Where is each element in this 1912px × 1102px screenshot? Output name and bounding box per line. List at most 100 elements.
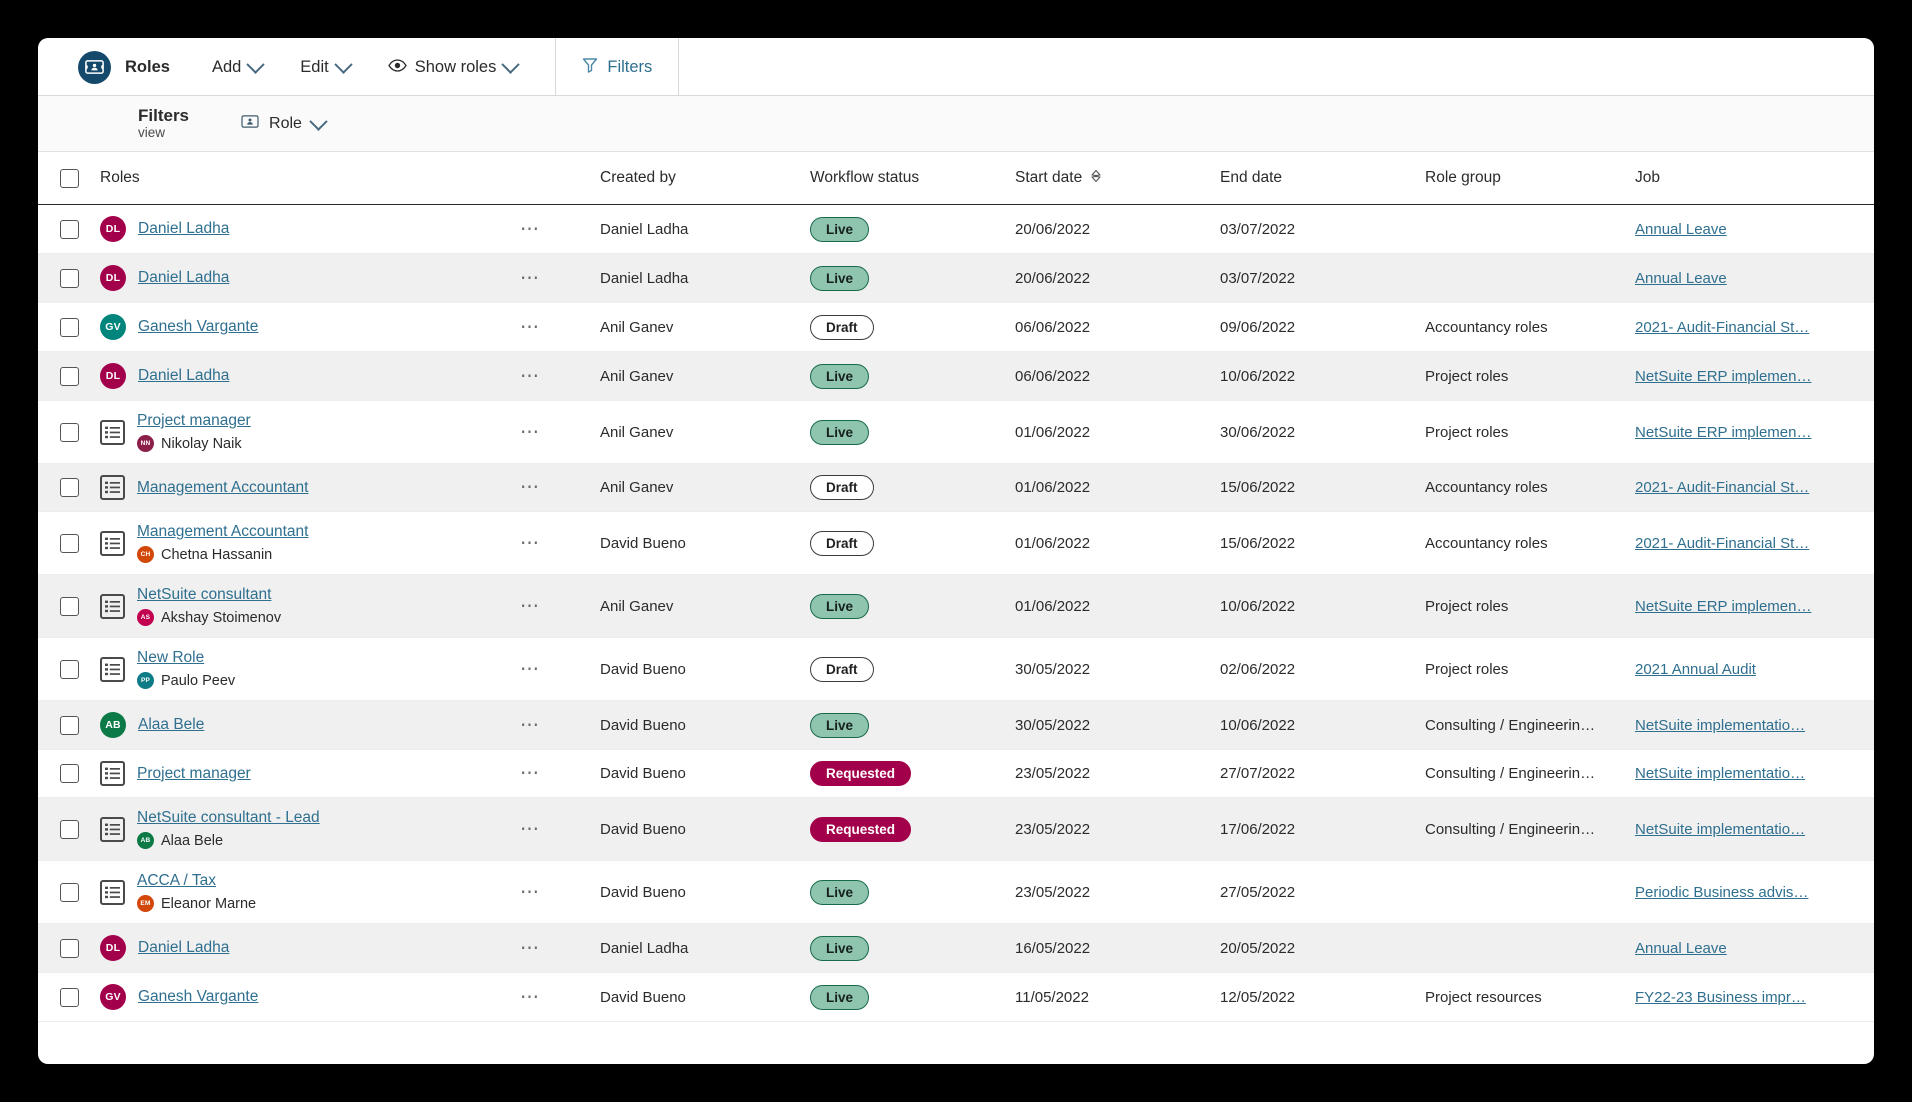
status-badge: Live: [810, 594, 869, 619]
table-row[interactable]: NetSuite consultantASAkshay Stoimenov⋯An…: [38, 575, 1874, 638]
table-row[interactable]: DLDaniel Ladha⋯Daniel LadhaLive20/06/202…: [38, 254, 1874, 303]
job-link[interactable]: NetSuite implementatio…: [1635, 765, 1874, 782]
role-link[interactable]: Daniel Ladha: [138, 939, 229, 957]
row-checkbox[interactable]: [60, 534, 79, 553]
row-checkbox[interactable]: [60, 220, 79, 239]
row-more-actions-button[interactable]: ⋯: [520, 597, 600, 616]
row-actions-cell: ⋯: [520, 750, 600, 798]
role-link[interactable]: NetSuite consultant - Lead: [137, 809, 320, 827]
header-job[interactable]: Job: [1635, 152, 1874, 205]
role-link[interactable]: Management Accountant: [137, 479, 308, 497]
toolbar-add-menu[interactable]: Add: [200, 52, 274, 83]
role-cell: DLDaniel Ladha: [100, 254, 520, 303]
row-more-actions-button[interactable]: ⋯: [520, 423, 600, 442]
row-checkbox[interactable]: [60, 478, 79, 497]
header-roles[interactable]: Roles: [100, 152, 520, 205]
header-workflow-status[interactable]: Workflow status: [810, 152, 1015, 205]
row-checkbox[interactable]: [60, 423, 79, 442]
job-link[interactable]: NetSuite implementatio…: [1635, 717, 1874, 734]
row-more-actions-button[interactable]: ⋯: [520, 939, 600, 958]
table-row[interactable]: DLDaniel Ladha⋯Daniel LadhaLive16/05/202…: [38, 924, 1874, 973]
row-more-actions-button[interactable]: ⋯: [520, 764, 600, 783]
row-checkbox[interactable]: [60, 716, 79, 735]
table-row[interactable]: Project managerNNNikolay Naik⋯Anil Ganev…: [38, 401, 1874, 464]
table-row[interactable]: DLDaniel Ladha⋯Anil GanevLive06/06/20221…: [38, 352, 1874, 401]
table-row[interactable]: ABAlaa Bele⋯David BuenoLive30/05/202210/…: [38, 701, 1874, 750]
start-date-cell: 01/06/2022: [1015, 464, 1220, 512]
table-row[interactable]: Management Accountant⋯Anil GanevDraft01/…: [38, 464, 1874, 512]
row-more-actions-button[interactable]: ⋯: [520, 220, 600, 239]
row-more-actions-button[interactable]: ⋯: [520, 988, 600, 1007]
row-checkbox[interactable]: [60, 367, 79, 386]
row-checkbox[interactable]: [60, 820, 79, 839]
row-more-actions-button[interactable]: ⋯: [520, 269, 600, 288]
header-end-date[interactable]: End date: [1220, 152, 1425, 205]
table-row[interactable]: Project manager⋯David BuenoRequested23/0…: [38, 750, 1874, 798]
row-more-actions-button[interactable]: ⋯: [520, 820, 600, 839]
job-link[interactable]: NetSuite ERP implemen…: [1635, 424, 1874, 441]
table-row[interactable]: ACCA / TaxEMEleanor Marne⋯David BuenoLiv…: [38, 861, 1874, 924]
role-cell: Management AccountantCHChetna Hassanin: [100, 512, 520, 575]
header-start-date[interactable]: Start date: [1015, 152, 1220, 205]
table-row[interactable]: Management AccountantCHChetna Hassanin⋯D…: [38, 512, 1874, 575]
role-group-cell: Consulting / Engineerin…: [1425, 798, 1635, 861]
role-link[interactable]: Project manager: [137, 412, 251, 430]
role-link[interactable]: Ganesh Vargante: [138, 318, 258, 336]
toolbar-edit-menu[interactable]: Edit: [288, 52, 361, 83]
row-more-actions-button[interactable]: ⋯: [520, 883, 600, 902]
role-link[interactable]: NetSuite consultant: [137, 586, 281, 604]
table-row[interactable]: GVGanesh Vargante⋯Anil GanevDraft06/06/2…: [38, 303, 1874, 352]
start-date-cell: 23/05/2022: [1015, 861, 1220, 924]
job-link[interactable]: Annual Leave: [1635, 270, 1874, 287]
job-link[interactable]: 2021- Audit-Financial St…: [1635, 535, 1874, 552]
select-all-checkbox[interactable]: [60, 169, 79, 188]
tab-filters[interactable]: Filters: [555, 38, 679, 96]
row-more-actions-button[interactable]: ⋯: [520, 716, 600, 735]
role-link[interactable]: Ganesh Vargante: [138, 988, 258, 1006]
role-link[interactable]: ACCA / Tax: [137, 872, 256, 890]
job-link[interactable]: NetSuite ERP implemen…: [1635, 598, 1874, 615]
toolbar-add-label: Add: [212, 58, 241, 77]
start-date-cell: 20/06/2022: [1015, 254, 1220, 303]
toolbar-show-roles-menu[interactable]: Show roles: [376, 52, 530, 83]
job-link[interactable]: 2021 Annual Audit: [1635, 661, 1874, 678]
row-checkbox[interactable]: [60, 883, 79, 902]
job-link[interactable]: Annual Leave: [1635, 221, 1874, 238]
row-checkbox[interactable]: [60, 269, 79, 288]
table-row[interactable]: NetSuite consultant - LeadABAlaa Bele⋯Da…: [38, 798, 1874, 861]
job-link[interactable]: NetSuite ERP implemen…: [1635, 368, 1874, 385]
role-link[interactable]: New Role: [137, 649, 235, 667]
job-link[interactable]: 2021- Audit-Financial St…: [1635, 319, 1874, 336]
row-checkbox[interactable]: [60, 939, 79, 958]
sort-diamond-icon[interactable]: [1090, 169, 1102, 188]
job-link[interactable]: Periodic Business advis…: [1635, 884, 1874, 901]
job-link[interactable]: Annual Leave: [1635, 940, 1874, 957]
row-more-actions-button[interactable]: ⋯: [520, 318, 600, 337]
job-link[interactable]: NetSuite implementatio…: [1635, 821, 1874, 838]
table-row[interactable]: DLDaniel Ladha⋯Daniel LadhaLive20/06/202…: [38, 205, 1874, 254]
header-created-by[interactable]: Created by: [600, 152, 810, 205]
role-cell: ABAlaa Bele: [100, 701, 520, 750]
row-checkbox[interactable]: [60, 764, 79, 783]
row-checkbox[interactable]: [60, 988, 79, 1007]
role-link[interactable]: Alaa Bele: [138, 716, 204, 734]
role-link[interactable]: Daniel Ladha: [138, 220, 229, 238]
row-checkbox[interactable]: [60, 318, 79, 337]
row-more-actions-button[interactable]: ⋯: [520, 367, 600, 386]
row-checkbox[interactable]: [60, 597, 79, 616]
role-link[interactable]: Project manager: [137, 765, 251, 783]
table-row[interactable]: New RolePPPaulo Peev⋯David BuenoDraft30/…: [38, 638, 1874, 701]
header-role-group[interactable]: Role group: [1425, 152, 1635, 205]
table-row[interactable]: GVGanesh Vargante⋯David BuenoLive11/05/2…: [38, 973, 1874, 1022]
role-group-cell: Accountancy roles: [1425, 512, 1635, 575]
job-link[interactable]: 2021- Audit-Financial St…: [1635, 479, 1874, 496]
role-link[interactable]: Daniel Ladha: [138, 367, 229, 385]
job-link[interactable]: FY22-23 Business impr…: [1635, 989, 1874, 1006]
row-more-actions-button[interactable]: ⋯: [520, 660, 600, 679]
filter-chip-role[interactable]: Role: [241, 115, 325, 133]
row-more-actions-button[interactable]: ⋯: [520, 534, 600, 553]
role-link[interactable]: Management Accountant: [137, 523, 308, 541]
role-link[interactable]: Daniel Ladha: [138, 269, 229, 287]
row-checkbox[interactable]: [60, 660, 79, 679]
row-more-actions-button[interactable]: ⋯: [520, 478, 600, 497]
